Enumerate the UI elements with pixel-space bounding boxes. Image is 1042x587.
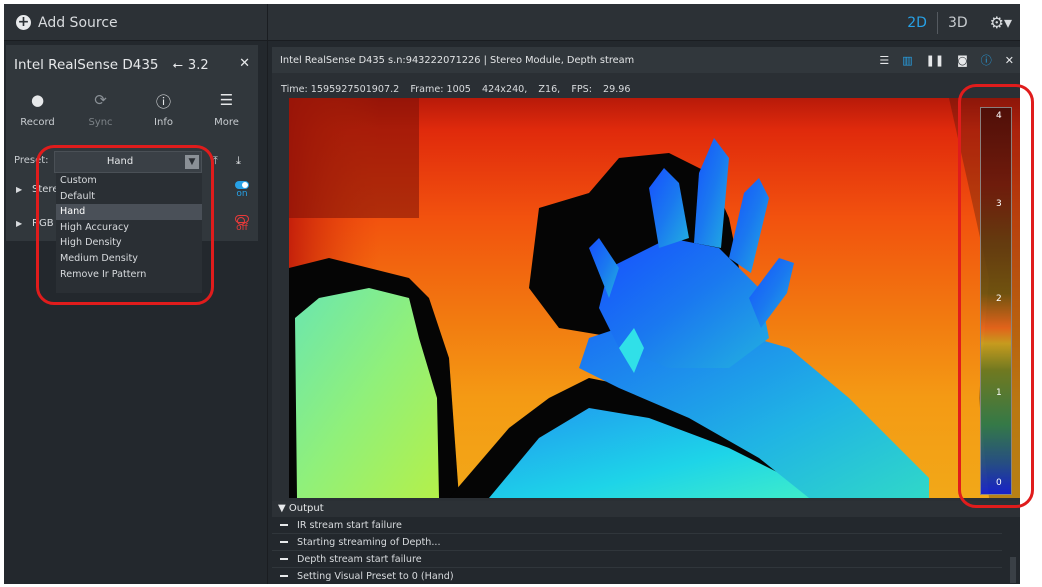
download-icon[interactable]: ⤓ [236, 154, 241, 168]
viewer-icons: ☰ ▥ ❚❚ ◙ ⓘ ✕ [866, 47, 1014, 73]
preset-value: Hand [106, 156, 134, 167]
depth-colorbar: 4 3 2 1 0 [980, 107, 1012, 495]
device-panel: Intel RealSense D435 ⭠ 3.2 ✕ ● Record ⟳ … [4, 41, 268, 584]
colorbar-tick: 3 [996, 199, 1002, 209]
top-bar: + Add Source 2D 3D ⚙▾ [4, 4, 1020, 41]
metrics-icon[interactable]: ▥ [902, 54, 912, 67]
app-window: + Add Source 2D 3D ⚙▾ Intel RealSense D4… [4, 4, 1020, 584]
preset-option-selected[interactable]: Hand [56, 204, 202, 220]
preset-row: Preset: Hand ▼ ⤒ ⤓ [6, 151, 258, 173]
output-scrollbar[interactable] [1010, 557, 1016, 583]
stat-frame: Frame: 1005 [410, 84, 471, 95]
sensor-name: RGB [32, 218, 54, 229]
record-button[interactable]: ● Record [6, 91, 69, 137]
close-icon[interactable]: ✕ [239, 56, 250, 71]
toggle-state: on [236, 189, 248, 199]
plus-icon: + [16, 14, 31, 30]
output-header[interactable]: ▼ Output [272, 501, 1020, 517]
dash-icon [280, 558, 288, 560]
view-toggles: 2D 3D ⚙▾ [897, 4, 1020, 41]
device-card: Intel RealSense D435 ⭠ 3.2 ✕ ● Record ⟳ … [6, 45, 258, 293]
preset-option[interactable]: Remove Ir Pattern [56, 267, 202, 283]
usb-version: 3.2 [187, 57, 209, 73]
camera-icon[interactable]: ◙ [957, 54, 968, 67]
toggle-switch-off [235, 215, 249, 225]
gear-icon[interactable]: ⚙▾ [978, 13, 1020, 32]
output-panel: ▼ Output IR stream start failure Startin… [272, 501, 1020, 584]
rgb-toggle[interactable]: off [234, 215, 250, 233]
info-icon[interactable]: ⓘ [981, 52, 992, 68]
preset-option[interactable]: Custom [56, 173, 202, 189]
log-text: Starting streaming of Depth... [297, 536, 441, 548]
stream-stats: Time: 1595927501907.2 Frame: 1005 424x24… [281, 84, 638, 95]
device-name: Intel RealSense D435 [14, 57, 159, 73]
dash-icon [280, 541, 288, 543]
colorbar-tick: 0 [996, 478, 1002, 488]
view-2d-button[interactable]: 2D [897, 15, 937, 31]
preset-label: Preset: [14, 155, 49, 166]
preset-dropdown: Custom Default Hand High Accuracy High D… [56, 173, 202, 293]
view-3d-button[interactable]: 3D [938, 15, 978, 31]
more-button[interactable]: ☰ More [195, 91, 258, 137]
stat-time: Time: 1595927501907.2 [281, 84, 400, 95]
sync-icon: ⟳ [94, 91, 107, 109]
device-header: Intel RealSense D435 ⭠ 3.2 ✕ [6, 45, 258, 85]
chevron-down-icon: ▼ [185, 155, 199, 169]
preset-option[interactable]: Medium Density [56, 251, 202, 267]
record-label: Record [20, 117, 55, 128]
log-text: IR stream start failure [297, 519, 402, 531]
record-icon: ● [30, 91, 45, 109]
viewer-title: Intel RealSense D435 s.n:943222071226 | … [280, 54, 635, 66]
stream-viewer: Intel RealSense D435 s.n:943222071226 | … [272, 47, 1020, 501]
info-icon: ⓘ [155, 93, 171, 111]
depth-image[interactable] [289, 98, 1020, 498]
stat-format: Z16, [538, 84, 561, 95]
expand-arrow-icon[interactable]: ▶ [16, 219, 22, 228]
sensor-name: Stere [32, 184, 59, 195]
toggle-switch-on [235, 181, 249, 189]
info-label: Info [154, 117, 173, 128]
pause-icon[interactable]: ❚❚ [926, 54, 944, 67]
dash-icon [280, 524, 288, 526]
sync-label: Sync [88, 117, 113, 128]
log-row: Starting streaming of Depth... [272, 534, 1002, 551]
colorbar-tick: 4 [996, 111, 1002, 121]
device-actions: ● Record ⟳ Sync ⓘ Info ☰ More [6, 91, 258, 137]
add-source-button[interactable]: + Add Source [4, 4, 268, 41]
dash-icon [280, 575, 288, 577]
colorbar-tick: 1 [996, 388, 1002, 398]
add-source-label: Add Source [38, 14, 118, 31]
stat-fps-value: 29.96 [603, 84, 631, 95]
preset-option[interactable]: High Density [56, 235, 202, 251]
log-row: Depth stream start failure [272, 551, 1002, 568]
stat-fps-label: FPS: [571, 84, 592, 95]
viewer-toolbar: Intel RealSense D435 s.n:943222071226 | … [272, 47, 1020, 73]
log-text: Setting Visual Preset to 0 (Hand) [297, 570, 454, 582]
expand-arrow-icon[interactable]: ▶ [16, 185, 22, 194]
sync-button[interactable]: ⟳ Sync [69, 91, 132, 137]
upload-icon[interactable]: ⤒ [213, 154, 218, 168]
options-icon[interactable]: ☰ [879, 54, 889, 67]
log-row: IR stream start failure [272, 517, 1002, 534]
more-label: More [214, 117, 239, 128]
log-row: Setting Visual Preset to 0 (Hand) [272, 568, 1002, 584]
preset-option[interactable]: High Accuracy [56, 220, 202, 236]
usb-icon: ⭠ [172, 57, 183, 73]
log-text: Depth stream start failure [297, 553, 422, 565]
colorbar-tick: 2 [996, 294, 1002, 304]
stat-resolution: 424x240, [481, 84, 528, 95]
close-icon[interactable]: ✕ [1005, 54, 1014, 67]
depth-map [289, 98, 1020, 498]
stereo-toggle[interactable]: on [234, 181, 250, 199]
output-title: Output [288, 503, 324, 514]
menu-icon: ☰ [219, 91, 234, 109]
preset-select[interactable]: Hand ▼ [54, 151, 202, 173]
preset-option[interactable]: Default [56, 189, 202, 205]
info-button[interactable]: ⓘ Info [132, 91, 195, 137]
usb-indicator: ⭠ 3.2 [173, 58, 209, 73]
